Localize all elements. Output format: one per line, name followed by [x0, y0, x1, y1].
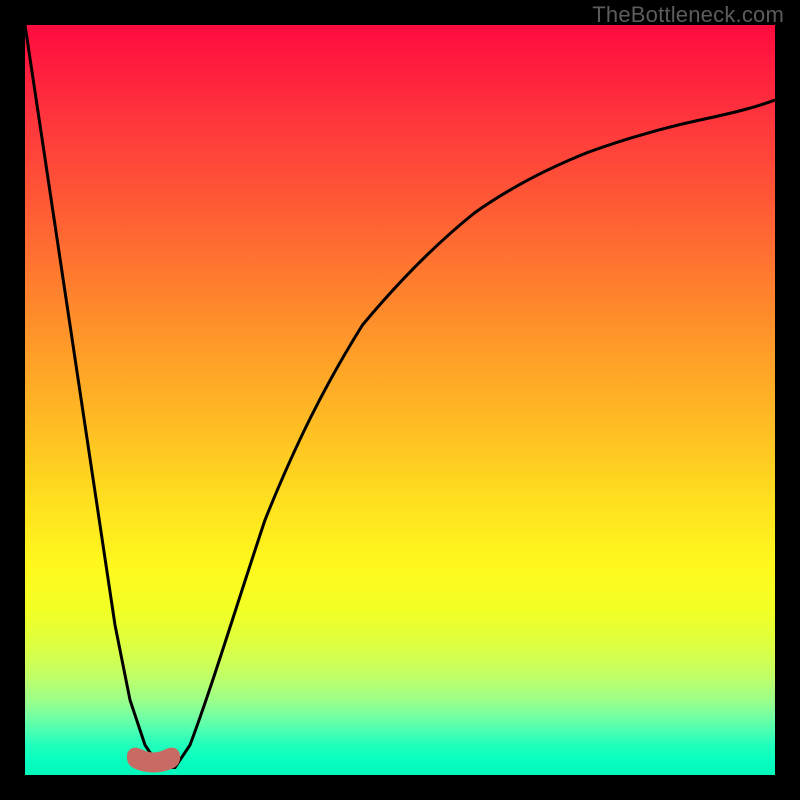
chart-frame: TheBottleneck.com [0, 0, 800, 800]
sweet-spot-marker [127, 748, 179, 772]
bottleneck-curve [25, 25, 775, 768]
watermark-text: TheBottleneck.com [592, 2, 784, 28]
curve-layer [25, 25, 775, 775]
plot-area [25, 25, 775, 775]
